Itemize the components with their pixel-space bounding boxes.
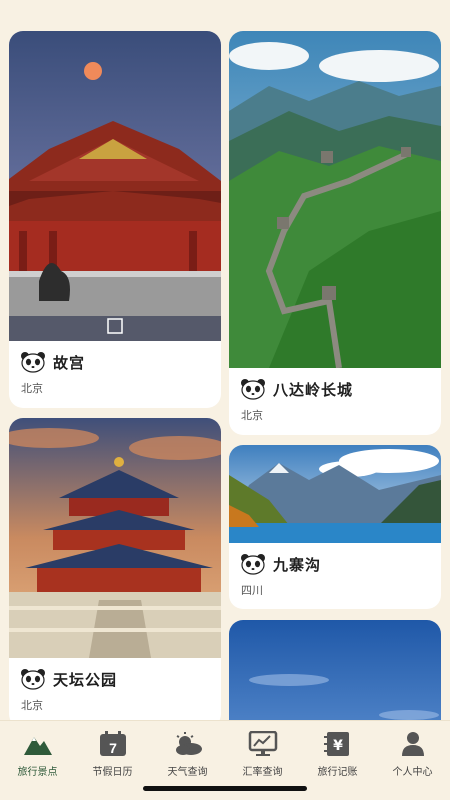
attraction-card-partial[interactable] [229, 620, 441, 720]
attraction-card-great-wall[interactable]: 八达岭长城 北京 [229, 31, 441, 435]
home-indicator[interactable] [143, 786, 307, 791]
tab-attractions[interactable]: 旅行景点 [0, 731, 75, 781]
attraction-photo [229, 31, 441, 368]
panda-icon [21, 352, 45, 373]
attraction-location: 北京 [21, 700, 43, 712]
weather-icon [175, 732, 202, 755]
attraction-title: 天坛公园 [53, 671, 118, 689]
attraction-card-forbidden-city[interactable]: 故宫 北京 [9, 31, 221, 408]
panda-icon [241, 554, 265, 575]
tab-exchange-rate[interactable]: 汇率查询 [225, 731, 300, 781]
tab-travel-expenses[interactable]: ¥ 旅行记账 [300, 731, 375, 781]
person-icon [401, 732, 424, 756]
attraction-photo [229, 620, 441, 720]
attraction-card-temple-of-heaven[interactable]: 天坛公园 北京 [9, 418, 221, 720]
tab-holiday-calendar[interactable]: 7 节假日历 [75, 731, 150, 781]
calendar-day: 7 [109, 740, 117, 756]
tab-weather[interactable]: 天气查询 [150, 731, 225, 781]
yen-book-icon: ¥ [323, 732, 349, 756]
tab-label: 个人中心 [392, 767, 433, 778]
attraction-photo [9, 418, 221, 658]
tab-label: 节假日历 [92, 767, 133, 778]
attraction-card-jiuzhaigou[interactable]: 九寨沟 四川 [229, 445, 441, 609]
attraction-title: 八达岭长城 [273, 381, 354, 399]
mountain-icon [23, 737, 52, 755]
panda-icon [21, 669, 45, 690]
tab-profile[interactable]: 个人中心 [375, 731, 450, 781]
yen-symbol: ¥ [333, 738, 343, 754]
attraction-location: 北京 [241, 410, 263, 422]
attraction-photo [9, 31, 221, 341]
tab-label: 天气查询 [167, 767, 208, 778]
attraction-location: 北京 [21, 383, 43, 395]
attraction-location: 四川 [241, 585, 263, 597]
attraction-title: 九寨沟 [273, 556, 322, 574]
calendar-icon: 7 [99, 731, 126, 756]
panda-icon [241, 379, 265, 400]
tab-label: 旅行记账 [317, 767, 358, 778]
tab-label: 汇率查询 [242, 767, 283, 778]
attraction-title: 故宫 [53, 354, 86, 372]
tab-label: 旅行景点 [17, 767, 58, 778]
attractions-grid: 故宫 北京 八达岭长城 北京 天坛公园 北京 九寨沟 四川 [0, 0, 450, 720]
attraction-photo [229, 445, 441, 543]
exchange-chart-icon [248, 731, 277, 756]
